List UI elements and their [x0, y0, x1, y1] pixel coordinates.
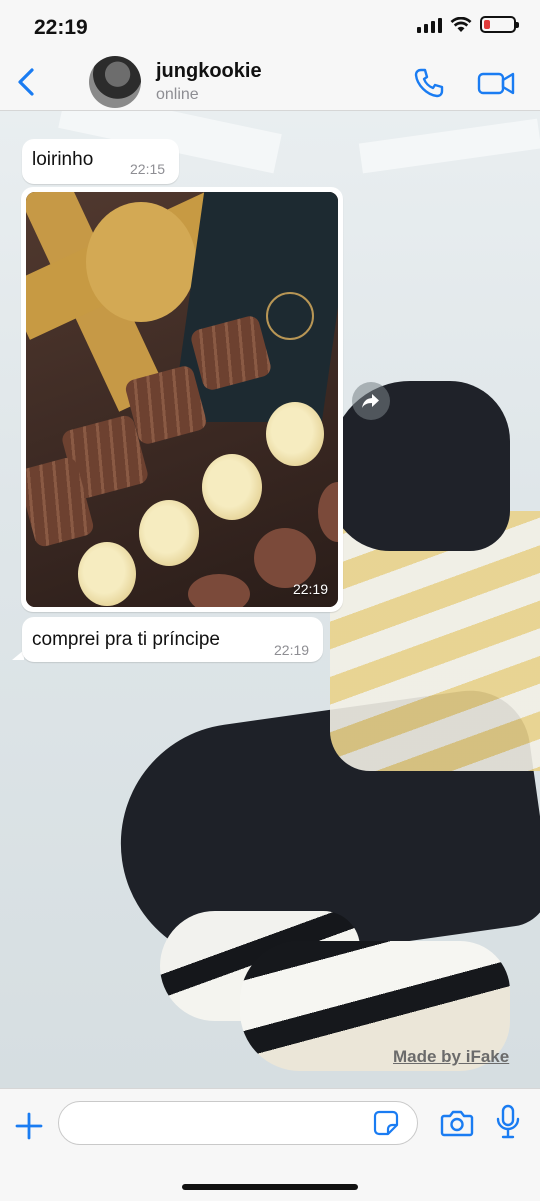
back-chevron-icon[interactable] [10, 64, 46, 100]
watermark: Made by iFake [393, 1047, 510, 1066]
brand-logo-icon [266, 292, 314, 340]
phone-call-icon[interactable] [412, 66, 446, 100]
contact-avatar[interactable] [89, 56, 141, 108]
contact-status: online [156, 86, 199, 103]
status-time: 22:19 [34, 16, 88, 39]
chocolate-box-photo[interactable]: 22:19 [26, 192, 338, 607]
message-time: 22:15 [130, 161, 166, 177]
microphone-icon[interactable] [494, 1104, 522, 1140]
message-input-bar [0, 1088, 540, 1201]
chat-header: jungkookie online [0, 56, 540, 111]
image-time: 22:19 [292, 581, 328, 597]
camera-icon[interactable] [440, 1107, 474, 1139]
message-input[interactable] [58, 1101, 418, 1145]
status-icons [417, 16, 519, 33]
image-message-bubble[interactable]: 22:19 [21, 187, 343, 612]
home-indicator [182, 1184, 358, 1190]
message-text: comprei pra ti príncipe [32, 629, 220, 650]
message-time: 22:19 [274, 642, 310, 658]
signal-icon [417, 17, 442, 33]
forward-button[interactable] [352, 382, 390, 420]
video-call-icon[interactable] [476, 66, 516, 100]
message-text: loirinho [32, 149, 94, 170]
plus-icon[interactable] [12, 1109, 46, 1143]
status-bar: 22:19 [0, 0, 540, 56]
message-bubble-incoming[interactable]: loirinho 22:15 [22, 139, 179, 184]
battery-icon [480, 16, 519, 33]
contact-name[interactable]: jungkookie [156, 60, 262, 83]
message-bubble-incoming[interactable]: comprei pra ti príncipe 22:19 [22, 617, 323, 662]
sticker-icon[interactable] [372, 1109, 400, 1137]
wifi-icon [450, 16, 472, 32]
forward-arrow-icon [362, 394, 379, 408]
